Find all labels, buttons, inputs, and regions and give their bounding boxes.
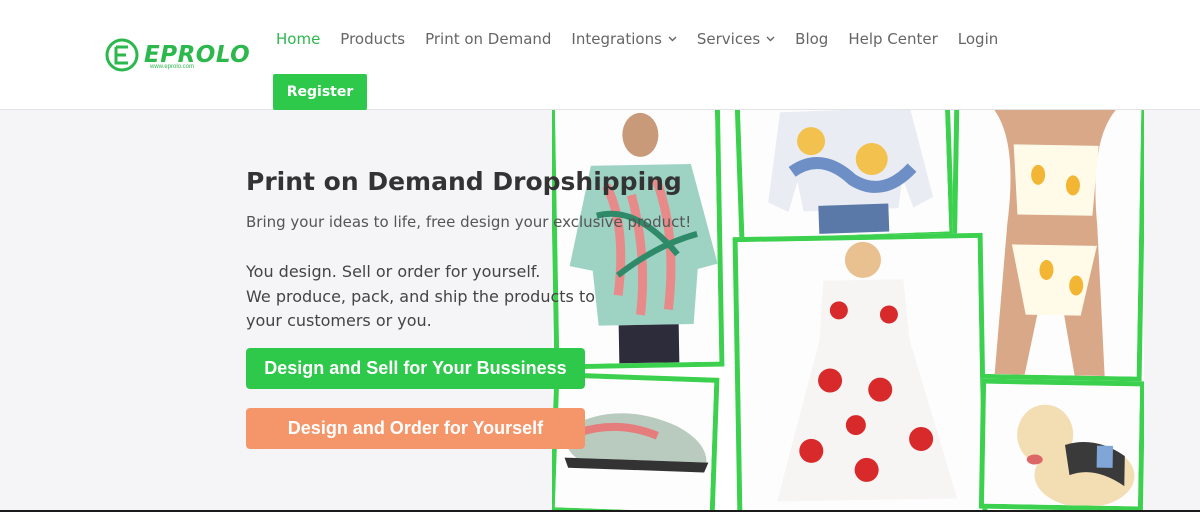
nav-products[interactable]: Products [330, 30, 415, 48]
nav-services-label: Services [696, 30, 761, 48]
hero-title: Print on Demand Dropshipping [246, 167, 682, 196]
main-nav: Home Products Print on Demand Integratio… [266, 24, 1008, 54]
nav-help-center-label: Help Center [848, 30, 938, 48]
nav-integrations-label: Integrations [571, 30, 662, 48]
dog-harness-photo [978, 378, 1144, 512]
nav-login[interactable]: Login [948, 30, 1008, 48]
site-header: EPROLO www.eprolo.com Home Products Prin… [0, 0, 1200, 110]
nav-print-on-demand[interactable]: Print on Demand [415, 30, 561, 48]
chevron-down-icon [766, 36, 775, 42]
nav-services[interactable]: Services [687, 30, 785, 48]
logo-url: www.eprolo.com [150, 64, 195, 70]
nav-login-label: Login [957, 30, 999, 48]
nav-blog-label: Blog [795, 30, 829, 48]
nav-print-on-demand-label: Print on Demand [425, 30, 552, 48]
nav-home[interactable]: Home [266, 30, 330, 48]
chevron-down-icon [668, 36, 677, 42]
hoodie-photo [734, 110, 955, 244]
nav-home-label: Home [276, 30, 321, 48]
nav-help-center[interactable]: Help Center [838, 30, 947, 48]
design-and-order-button[interactable]: Design and Order for Yourself [246, 408, 585, 449]
nav-products-label: Products [340, 30, 406, 48]
hero-line-1: You design. Sell or order for yourself. [246, 262, 541, 281]
hero-line-2: We produce, pack, and ship the products … [246, 287, 596, 306]
hawaiian-shirt-photo [552, 110, 725, 370]
nav-integrations[interactable]: Integrations [561, 30, 686, 48]
eprolo-logo[interactable]: EPROLO www.eprolo.com [104, 34, 254, 76]
nav-blog[interactable]: Blog [785, 30, 838, 48]
logo-mark-icon [105, 38, 139, 72]
design-and-sell-button[interactable]: Design and Sell for Your Bussiness [246, 348, 585, 389]
register-button[interactable]: Register [273, 74, 367, 110]
polka-dot-dress-photo [732, 232, 988, 512]
hero-line-3: your customers or you. [246, 311, 432, 330]
hero-subtitle: Bring your ideas to life, free design yo… [246, 213, 692, 231]
